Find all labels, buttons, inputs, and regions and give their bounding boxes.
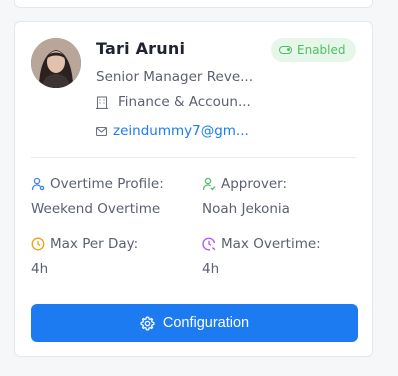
employee-department: Finance & Accoun...: [96, 94, 251, 110]
overtime-profile-value: Weekend Overtime: [31, 201, 161, 217]
department-text: Finance & Accoun...: [118, 94, 251, 110]
approver-value: Noah Jekonia: [202, 201, 290, 217]
employee-role: Senior Manager Reve...: [96, 69, 253, 85]
clock-icon: [31, 237, 45, 251]
employee-card: Tari Aruni Enabled Senior Manager Reve..…: [14, 21, 373, 357]
employee-name: Tari Aruni: [96, 39, 186, 58]
email-link[interactable]: zeindummy7@gm...: [113, 123, 249, 139]
previous-card: [14, 0, 373, 8]
divider: [31, 157, 356, 158]
user-check-icon: [202, 177, 216, 191]
user-icon: [31, 177, 45, 191]
approver-label: Approver:: [221, 176, 288, 192]
configuration-label: Configuration: [162, 315, 250, 331]
max-per-day-label: Max Per Day:: [50, 236, 139, 252]
clock-alert-icon: [202, 237, 216, 251]
status-label: Enabled: [297, 43, 346, 57]
max-per-day-value: 4h: [31, 261, 49, 277]
max-per-day-field: Max Per Day: 4h: [31, 236, 138, 277]
configuration-button[interactable]: Configuration: [31, 304, 358, 342]
toggle-icon: [279, 46, 292, 54]
gear-icon: [140, 315, 155, 331]
scrollbar-track[interactable]: [392, 0, 398, 376]
overtime-profile-label: Overtime Profile:: [50, 176, 164, 192]
overtime-profile-field: Overtime Profile: Weekend Overtime: [31, 176, 164, 217]
max-overtime-field: Max Overtime: 4h: [202, 236, 321, 277]
approver-field: Approver: Noah Jekonia: [202, 176, 290, 217]
status-badge: Enabled: [271, 38, 356, 62]
avatar: [31, 38, 81, 88]
max-overtime-value: 4h: [202, 261, 220, 277]
employee-email[interactable]: zeindummy7@gm...: [96, 123, 249, 139]
building-icon: [96, 95, 108, 109]
mail-icon: [96, 126, 107, 136]
max-overtime-label: Max Overtime:: [221, 236, 321, 252]
